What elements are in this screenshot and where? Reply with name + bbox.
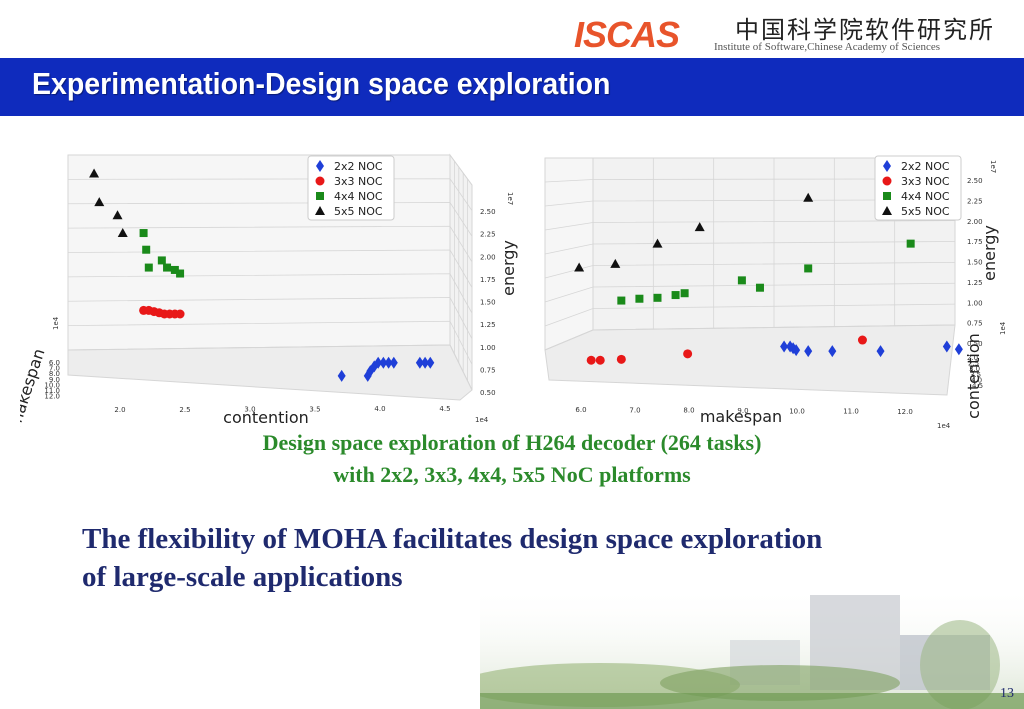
chart-left-z-exponent: 1e7: [506, 192, 514, 205]
chart-right-z-axis-label: energy: [980, 225, 999, 281]
institute-chinese-name: 中国科学院软件研究所: [735, 16, 995, 44]
chart-right-x-tick-label: 10.0: [789, 407, 805, 415]
chart-left-legend-label: 5x5 NOC: [334, 205, 383, 218]
chart-right-x-tick-label: 11.0: [843, 408, 859, 416]
chart-left-x-tick-label: 3.5: [309, 405, 320, 413]
chart-right-y-axis-label: contention: [964, 333, 983, 419]
chart-right-point-4x4-noc: [671, 291, 680, 300]
slide-title: Experimentation-Design space exploration: [32, 66, 611, 101]
chart-left-floor: [67, 344, 473, 401]
chart-left: 2.0 2.5 3.0 3.5 4.0 4.5 6.0 7.0 8.0 9.0 10.0 11.0 12…: [20, 150, 520, 440]
chart-right-legend-marker: [882, 176, 892, 186]
page-number: 13: [1000, 686, 1014, 701]
chart-left-z-tick-label: 0.50: [480, 389, 496, 397]
chart-left-legend-label: 2x2 NOC: [334, 160, 383, 173]
institute-english-name: Institute of Software,Chinese Academy of…: [714, 41, 941, 53]
chart-right-point-4x4-noc: [617, 296, 626, 305]
chart-right-point-4x4-noc: [653, 293, 662, 302]
chart-right-point-3x3-noc: [683, 349, 693, 359]
chart-left-legend-marker: [316, 192, 324, 200]
chart-left-z-tick-label: 1.75: [480, 276, 496, 284]
chart-right-point-4x4-noc: [737, 276, 746, 285]
chart-right-z-tick-label: 0.75: [967, 320, 983, 328]
chart-left-legend-marker: [315, 176, 325, 186]
title-bar: Experimentation-Design space exploration: [0, 58, 1024, 116]
chart-right: 6.0 7.0 8.0 9.0 10.0 11.0 12.0 2.0 2.5 3.0 3.5 4.0 4…: [535, 150, 1015, 440]
chart-right-svg: 6.0 7.0 8.0 9.0 10.0 11.0 12.02.02.53.03.54.04…: [544, 155, 1007, 430]
chart-right-point-2x2-noc: [954, 343, 963, 356]
chart-right-z-tick-label: 2.25: [967, 197, 983, 205]
chart-right-floor: [544, 324, 956, 396]
chart-right-point-4x4-noc: [680, 289, 689, 298]
chart-right-point-4x4-noc: [755, 283, 764, 292]
chart-right-z-tick-label: 2.00: [967, 218, 983, 226]
chart-left-z-tick-label: 1.50: [480, 299, 496, 307]
chart-left-x-tick-label: 2.0: [114, 406, 125, 414]
chart-right-point-4x4-noc: [906, 239, 915, 248]
chart-right-legend-label: 3x3 NOC: [901, 175, 950, 188]
chart-right-z-tick-label: 2.50: [967, 177, 983, 185]
chart-right-z-exponent: 1e7: [989, 160, 997, 173]
chart-right-x-exponent: 1e4: [937, 422, 951, 430]
chart-left-x-tick-label: 2.5: [179, 406, 190, 414]
chart-left-svg: 2.0 2.5 3.0 3.5 4.0 4.56.07.08.09.010.011.012…: [20, 153, 518, 430]
chart-left-x-tick-label: 4.0: [374, 405, 385, 413]
campus-scene-image: [480, 585, 1024, 709]
chart-left-z-tick-label: 2.25: [480, 231, 496, 239]
chart-right-x-axis-label: makespan: [700, 407, 782, 426]
chart-left-y-tick-label: 12.0: [44, 393, 60, 401]
chart-left-legend-label: 3x3 NOC: [334, 175, 383, 188]
chart-right-back-wall-left: [544, 157, 594, 351]
chart-right-legend-label: 2x2 NOC: [901, 160, 950, 173]
chart-right-point-3x3-noc: [857, 335, 867, 345]
chart-left-z-tick-label: 2.00: [480, 253, 496, 261]
chart-right-legend-label: 5x5 NOC: [901, 205, 950, 218]
chart-right-point-3x3-noc: [586, 355, 596, 365]
chart-right-x-tick-label: 7.0: [629, 406, 640, 414]
chart-left-z-tick-label: 1.25: [480, 321, 496, 329]
chart-right-point-3x3-noc: [595, 355, 605, 365]
chart-left-point-3x3-noc: [175, 309, 185, 319]
chart-right-x-tick-label: 6.0: [575, 406, 586, 414]
chart-left-z-axis-label: energy: [499, 240, 518, 296]
chart-right-legend-marker: [883, 192, 891, 200]
chart-right-y-exponent: 1e4: [999, 321, 1007, 335]
chart-left-point-4x4-noc: [139, 229, 148, 238]
chart-right-legend-label: 4x4 NOC: [901, 190, 950, 203]
chart-right-z-tick-label: 1.00: [967, 299, 983, 307]
chart-left-point-4x4-noc: [142, 245, 151, 254]
chart-left-x-exponent: 1e4: [475, 416, 489, 424]
caption-line-2: with 2x2, 3x3, 4x4, 5x5 NoC platforms: [333, 462, 691, 487]
chart-left-point-4x4-noc: [144, 263, 153, 272]
chart-right-point-4x4-noc: [804, 264, 813, 273]
chart-left-x-axis-label: contention: [223, 408, 309, 427]
caption-line-1: Design space exploration of H264 decoder…: [262, 430, 762, 455]
chart-left-point-4x4-noc: [157, 256, 166, 265]
chart-right-point-3x3-noc: [616, 354, 626, 364]
body-line-1: The flexibility of MOHA facilitates desi…: [82, 523, 823, 555]
chart-left-z-tick-label: 2.50: [480, 208, 496, 216]
chart-left-z-tick-label: 0.75: [480, 366, 496, 374]
chart-right-x-tick-label: 12.0: [897, 408, 913, 416]
chart-right-point-4x4-noc: [635, 294, 644, 303]
chart-left-z-tick-label: 1.00: [480, 344, 496, 352]
chart-left-point-4x4-noc: [163, 263, 172, 272]
chart-right-x-tick-label: 8.0: [683, 407, 694, 415]
chart-left-x-tick-label: 4.5: [439, 405, 450, 413]
iscas-logo: ISCAS: [574, 14, 680, 55]
chart-left-y-exponent: 1e4: [52, 316, 60, 330]
chart-left-point-4x4-noc: [176, 269, 185, 278]
chart-left-legend-label: 4x4 NOC: [334, 190, 383, 203]
